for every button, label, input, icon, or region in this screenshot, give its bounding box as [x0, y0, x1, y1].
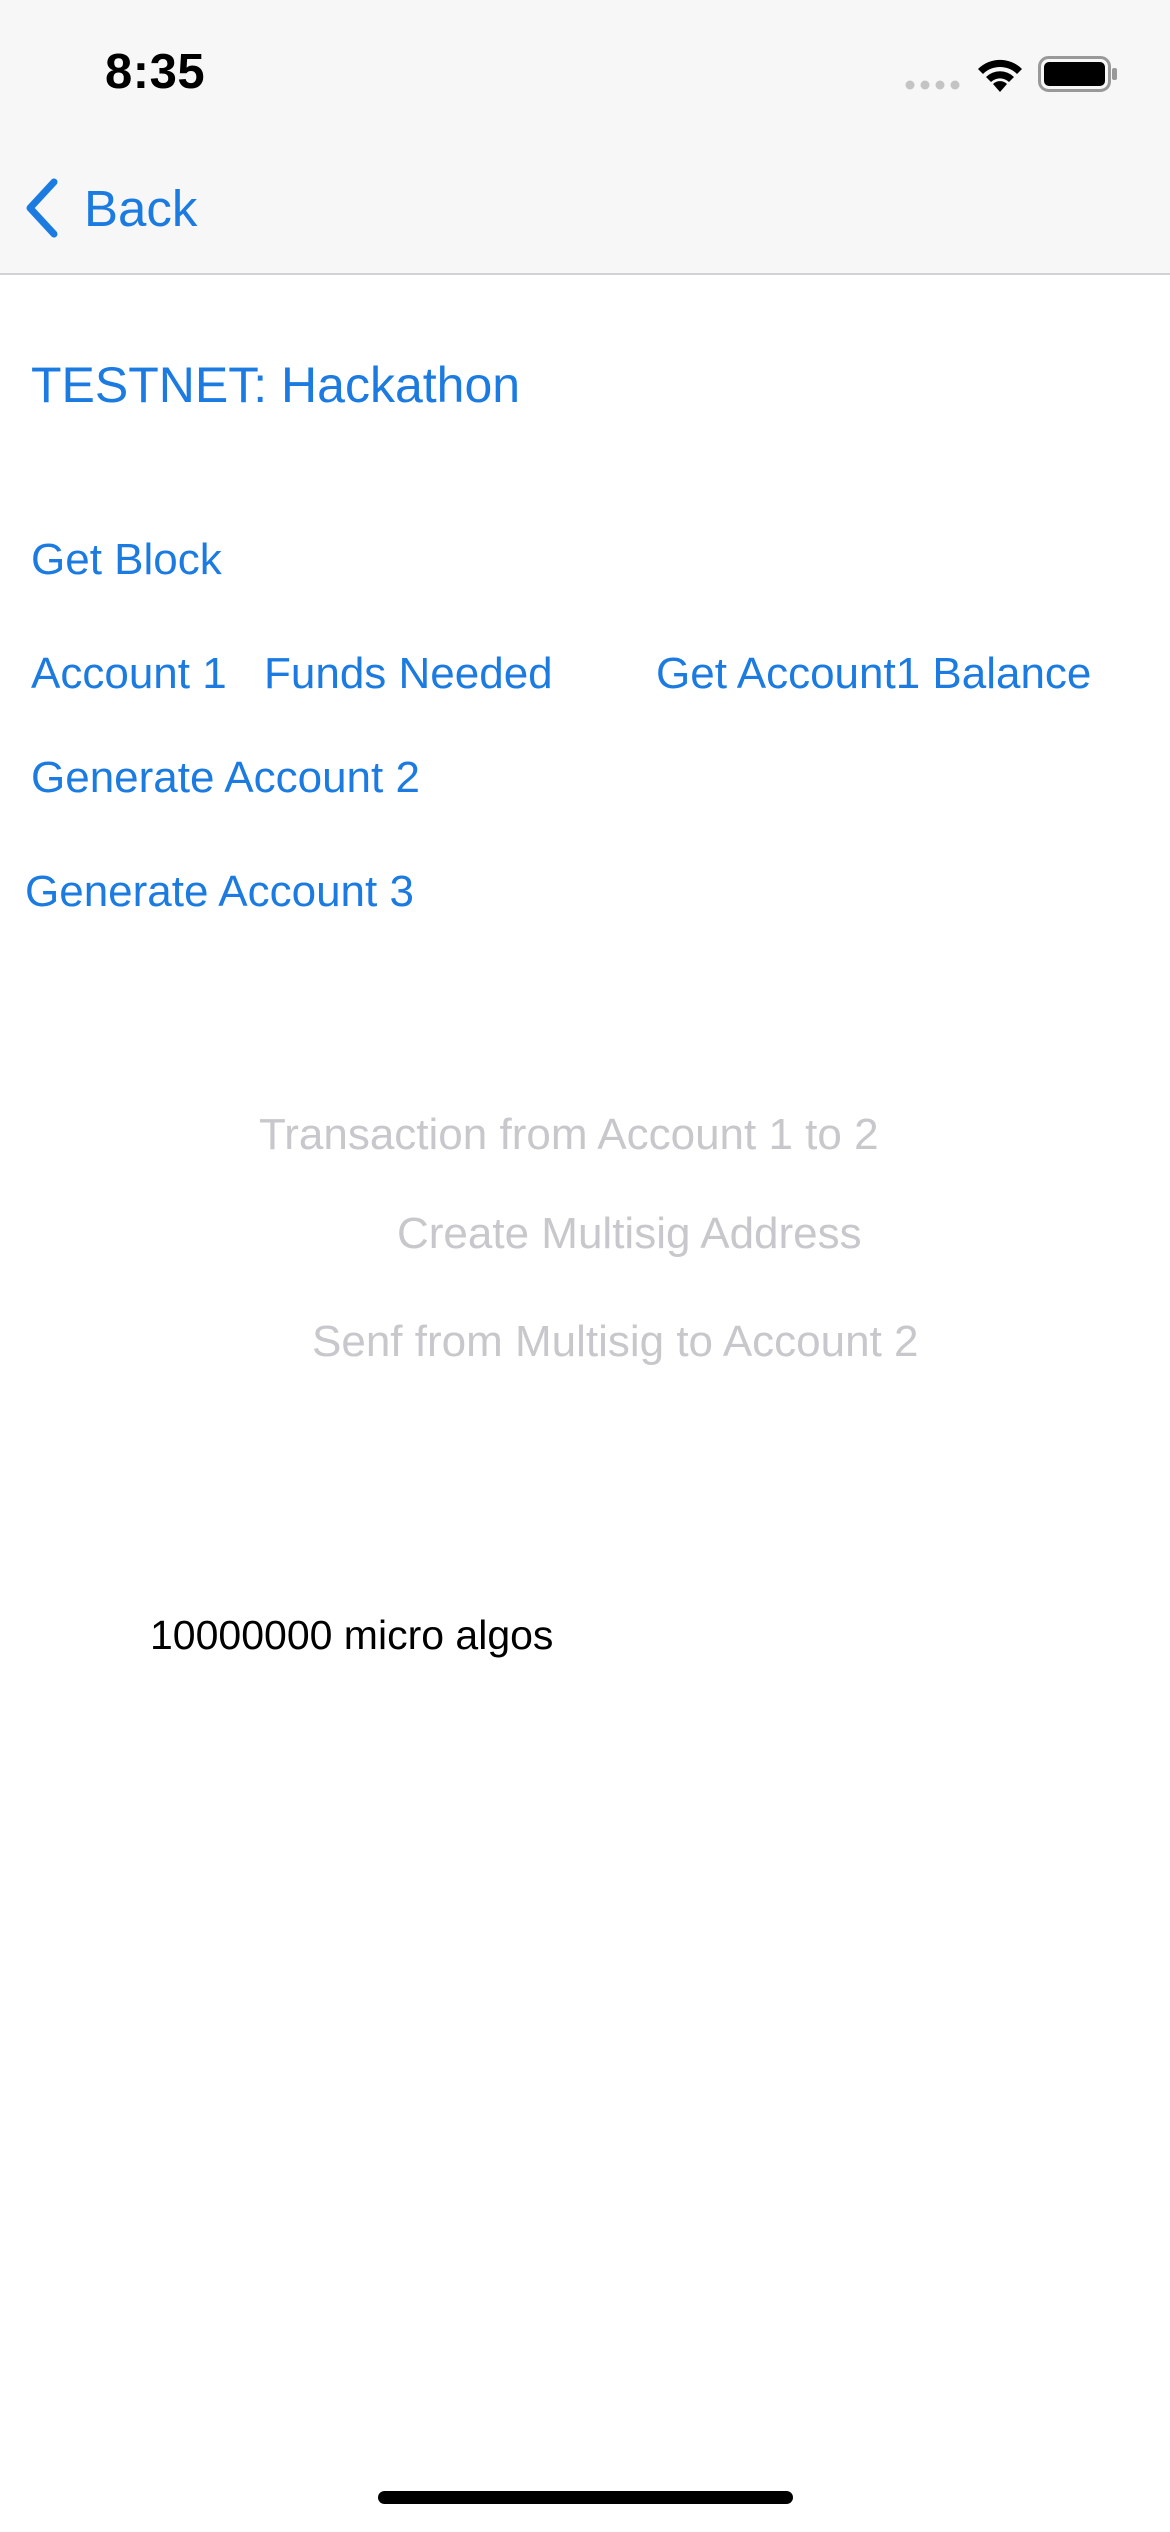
back-button[interactable]: Back: [22, 175, 197, 241]
back-label: Back: [84, 179, 198, 237]
network-title-button[interactable]: TESTNET: Hackathon: [31, 356, 520, 414]
generate-account2-button[interactable]: Generate Account 2: [31, 753, 420, 803]
create-multisig-button[interactable]: Create Multisig Address: [397, 1209, 862, 1259]
transaction-account1-to-2-button[interactable]: Transaction from Account 1 to 2: [259, 1110, 879, 1160]
get-block-button[interactable]: Get Block: [31, 535, 222, 585]
send-multisig-to-account2-button[interactable]: Senf from Multisig to Account 2: [312, 1317, 919, 1367]
wifi-icon: [978, 59, 1022, 92]
generate-account3-button[interactable]: Generate Account 3: [25, 867, 414, 917]
app-screen: 8:35 Back TESTNET: Hackathon Get Block A…: [0, 0, 1170, 2532]
balance-value-label: 10000000 micro algos: [150, 1612, 554, 1658]
home-indicator[interactable]: [378, 2491, 793, 2504]
account1-button[interactable]: Account 1: [31, 649, 227, 699]
chevron-left-icon: [26, 178, 58, 238]
navigation-bar: 8:35 Back: [0, 0, 1170, 275]
signal-icon: [905, 80, 960, 90]
funds-needed-button[interactable]: Funds Needed: [264, 649, 553, 699]
get-account1-balance-button[interactable]: Get Account1 Balance: [656, 649, 1091, 699]
battery-icon: [1038, 56, 1117, 92]
status-time: 8:35: [105, 45, 206, 99]
